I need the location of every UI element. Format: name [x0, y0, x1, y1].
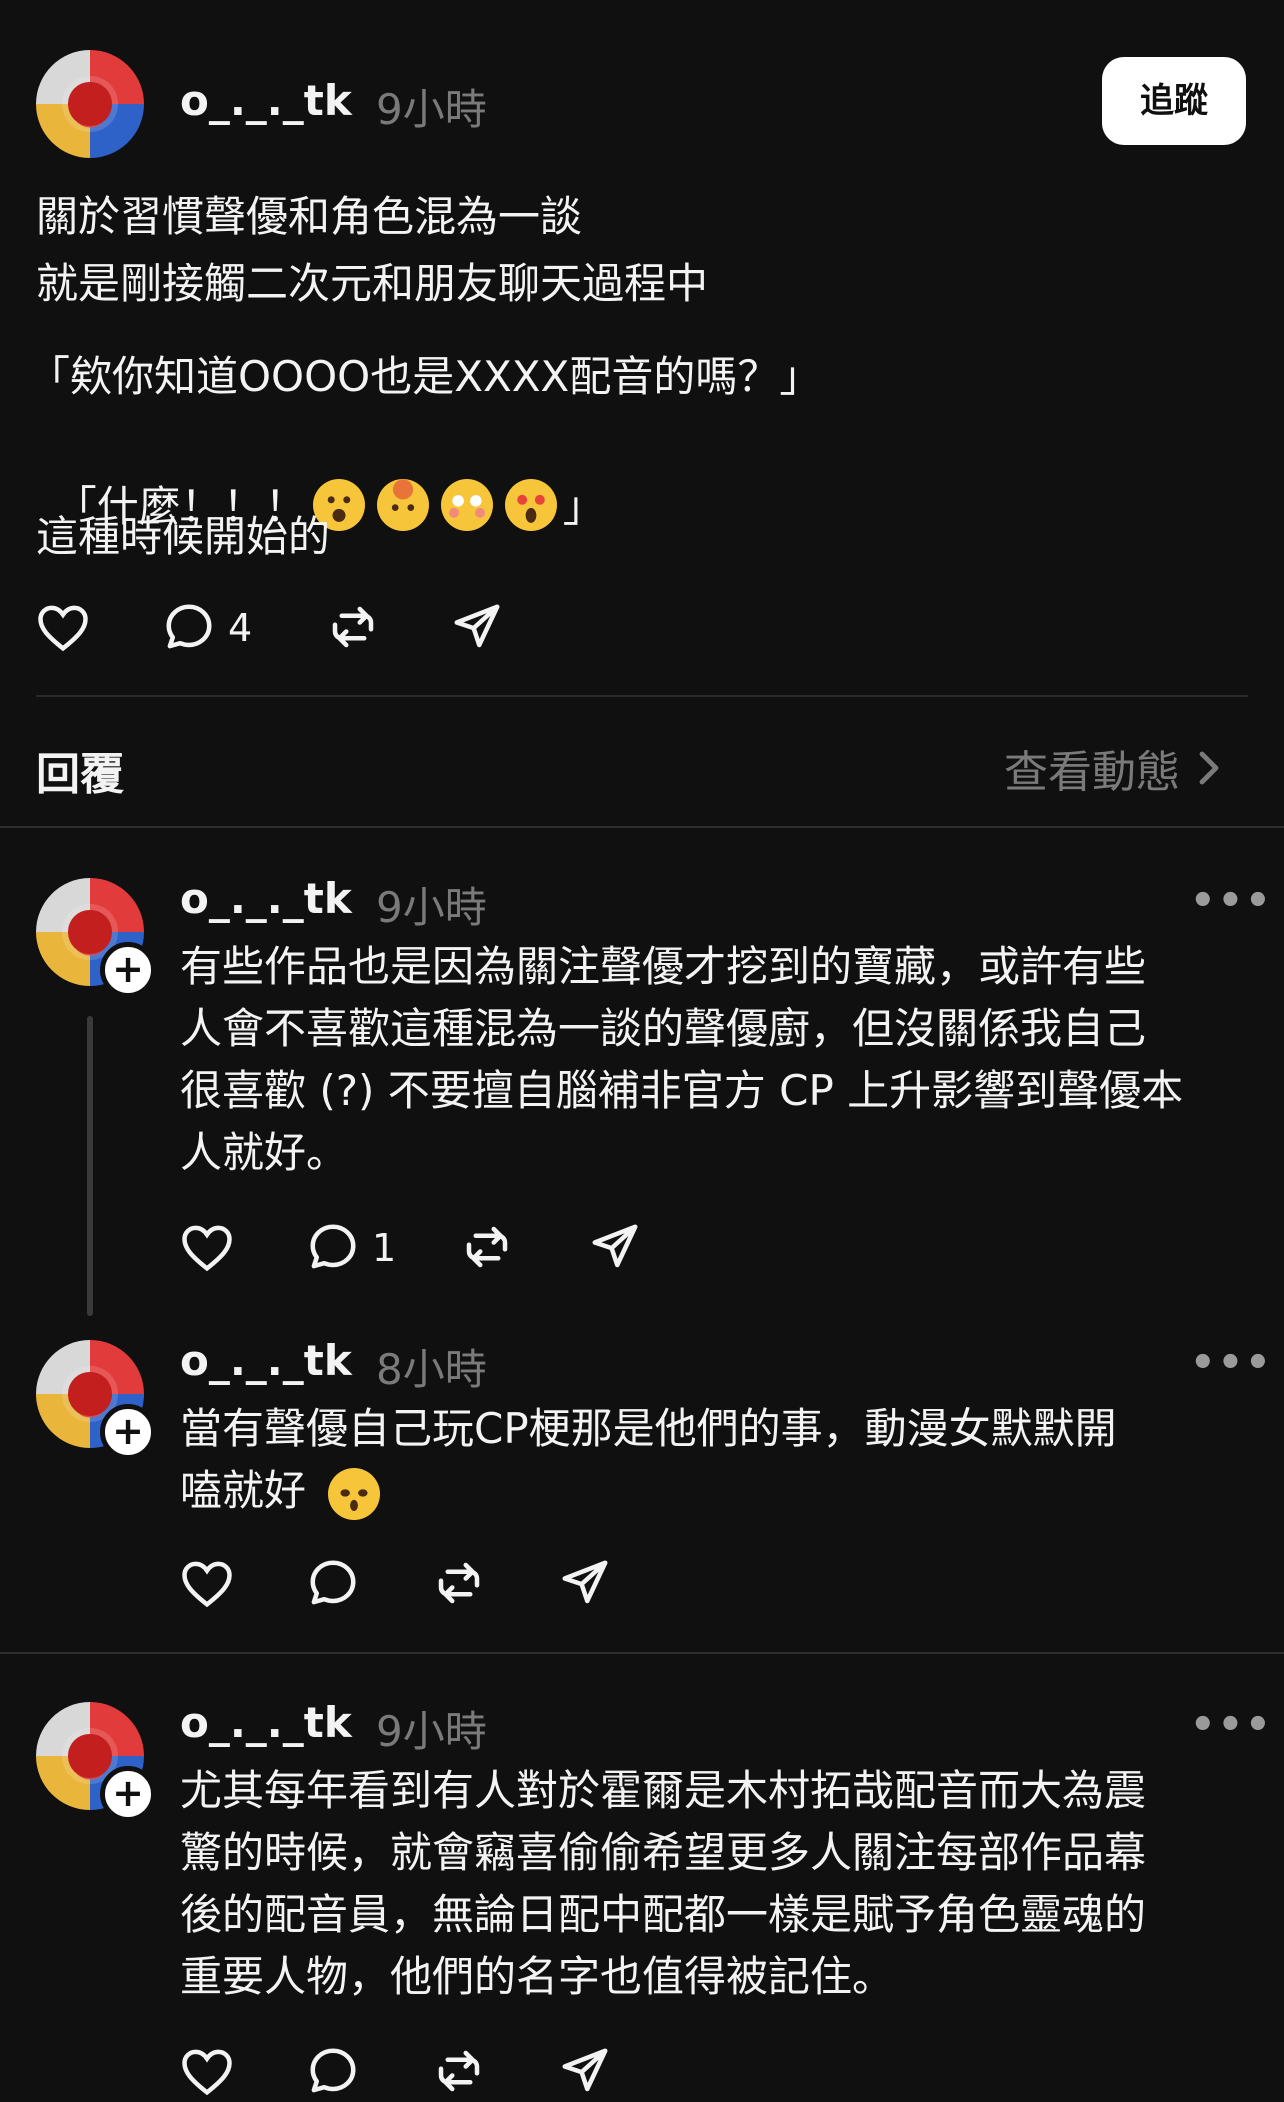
post-line: 「欸你知道OOOO也是XXXX配音的嗎？」 [28, 352, 822, 401]
share-icon[interactable] [450, 600, 504, 654]
post-line-text: 」 [562, 482, 605, 531]
view-activity-label: 查看動態 [1004, 747, 1180, 798]
view-activity-link[interactable]: 查看動態 [1004, 736, 1222, 800]
more-icon[interactable]: ••• [1190, 1340, 1273, 1386]
comment-icon[interactable] [306, 1556, 360, 1610]
plus-icon[interactable]: + [100, 942, 156, 998]
exploding-head-emoji [376, 479, 429, 531]
repost-icon[interactable] [326, 600, 380, 654]
avatar[interactable] [36, 50, 144, 158]
repost-icon[interactable] [432, 1556, 486, 1610]
replies-title: 回覆 [36, 749, 124, 800]
username[interactable]: o_._._tk [180, 76, 352, 125]
section-divider [0, 826, 1284, 828]
username[interactable]: o_._._tk [180, 874, 352, 923]
pensive-face-emoji [328, 1468, 380, 1520]
reply-time: 8小時 [376, 1345, 487, 1394]
comment-count: 4 [228, 606, 253, 650]
more-icon[interactable]: ••• [1190, 1702, 1273, 1748]
repost-icon[interactable] [460, 1220, 514, 1274]
comment-icon[interactable] [306, 1220, 360, 1274]
comment-count: 1 [372, 1226, 397, 1270]
share-icon[interactable] [558, 1556, 612, 1610]
plus-icon[interactable]: + [100, 1766, 156, 1822]
repost-icon[interactable] [432, 2044, 486, 2098]
share-icon[interactable] [558, 2044, 612, 2098]
heart-icon[interactable] [180, 1222, 234, 1272]
section-divider [0, 1652, 1284, 1654]
heart-icon[interactable] [180, 2046, 234, 2096]
reply-text: 當有聲優自己玩CP梗那是他們的事，動漫女默默開 嗑就好 [180, 1404, 1117, 1515]
plus-icon[interactable]: + [100, 1404, 156, 1460]
reply-text: 尤其每年看到有人對於霍爾是木村拓哉配音而大為震 驚的時候，就會竊喜偷偷希望更多人… [180, 1766, 1147, 2001]
username[interactable]: o_._._tk [180, 1336, 352, 1385]
post-time: 9小時 [376, 85, 487, 134]
more-icon[interactable]: ••• [1190, 878, 1273, 924]
post-line: 就是剛接觸二次元和朋友聊天過程中 [36, 259, 709, 308]
reply-time: 9小時 [376, 1707, 487, 1756]
thread-line [87, 1016, 93, 1316]
share-icon[interactable] [588, 1220, 642, 1274]
heart-icon[interactable] [36, 602, 90, 652]
divider [36, 695, 1248, 697]
post-line: 這種時候開始的 [36, 512, 331, 561]
reply-text: 有些作品也是因為關注聲優才挖到的寶藏，或許有些 人會不喜歡這種混為一談的聲優廚，… [180, 942, 1184, 1177]
follow-button[interactable]: 追蹤 [1102, 57, 1246, 145]
username[interactable]: o_._._tk [180, 1698, 352, 1747]
heart-icon[interactable] [180, 1558, 234, 1608]
chevron-right-icon [1194, 748, 1222, 788]
star-struck-emoji [504, 479, 557, 531]
post-line: 關於習慣聲優和角色混為一談 [36, 192, 583, 241]
comment-icon[interactable] [162, 600, 216, 654]
reply-time: 9小時 [376, 883, 487, 932]
flushed-face-emoji [440, 479, 493, 531]
comment-icon[interactable] [306, 2044, 360, 2098]
